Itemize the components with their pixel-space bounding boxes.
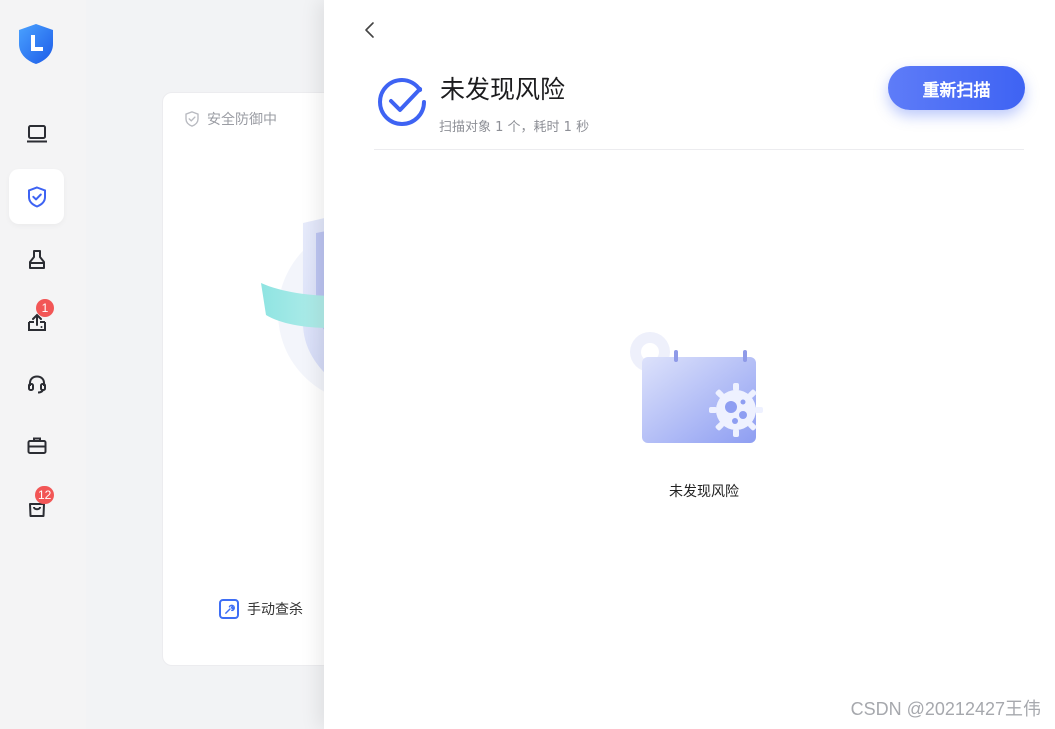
sidebar-item-cleanup[interactable] (9, 232, 64, 287)
sidebar-item-software[interactable]: 1 (9, 294, 64, 349)
defense-status-label: 安全防御中 (207, 112, 277, 128)
headset-icon (27, 374, 46, 393)
shield-check-icon (27, 185, 46, 208)
watermark-text: CSDN @20212427王伟 (850, 699, 1041, 719)
wrench-icon (219, 599, 239, 619)
store-badge: 12 (35, 486, 55, 504)
toolbox-icon (27, 437, 46, 454)
scan-result-panel: 未发现风险 扫描对象 1 个，耗时 1 秒 重新扫描 未发现风险 (324, 0, 1055, 729)
no-risk-illustration (630, 332, 763, 443)
sidebar-item-store[interactable]: 12 (9, 480, 64, 535)
sidebar-item-support[interactable] (9, 356, 64, 411)
result-summary: 扫描对象 1 个，耗时 1 秒 (439, 120, 590, 135)
app-logo-shield-icon[interactable] (16, 22, 56, 66)
manual-scan-label: 手动查杀 (247, 602, 303, 618)
sidebar-item-computer[interactable] (9, 106, 64, 161)
rescan-button[interactable]: 重新扫描 (888, 66, 1025, 110)
header-divider (374, 149, 1024, 150)
laptop-icon (26, 124, 47, 142)
manual-scan-button[interactable]: 手动查杀 (219, 599, 303, 619)
sidebar-item-toolbox[interactable] (9, 418, 64, 473)
defense-status: 安全防御中 (183, 109, 277, 129)
sidebar: 1 12 (0, 0, 86, 729)
broom-icon (28, 249, 45, 269)
result-title: 未发现风险 (440, 75, 566, 104)
empty-state-label: 未发现风险 (669, 484, 739, 500)
back-button[interactable] (358, 18, 382, 42)
shield-check-icon (185, 111, 199, 127)
software-update-badge: 1 (36, 299, 54, 317)
sidebar-item-security[interactable] (9, 169, 64, 224)
chevron-left-icon (365, 22, 374, 38)
check-circle-icon (377, 77, 426, 127)
